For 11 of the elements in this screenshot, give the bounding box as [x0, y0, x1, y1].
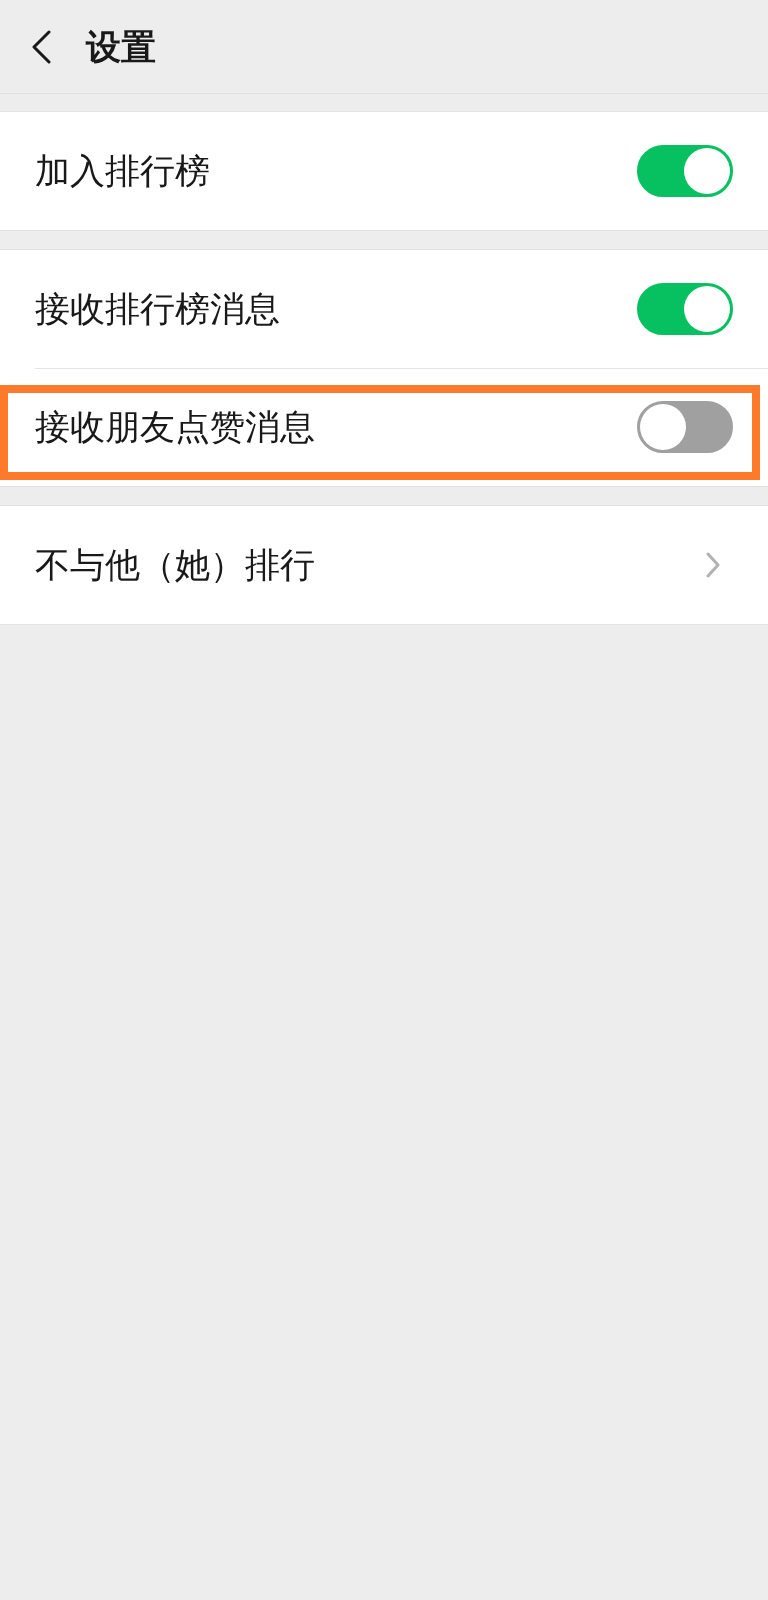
toggle-switch[interactable]: [637, 401, 733, 453]
toggle-switch[interactable]: [637, 283, 733, 335]
setting-label: 接收排行榜消息: [35, 288, 280, 330]
setting-label: 加入排行榜: [35, 150, 210, 192]
back-button[interactable]: [30, 28, 52, 65]
settings-list-item[interactable]: 不与他（她）排行: [0, 506, 768, 624]
setting-label: 接收朋友点赞消息: [35, 406, 315, 448]
chevron-right-icon: [706, 552, 720, 578]
page-title: 设置: [86, 25, 156, 68]
toggle-switch[interactable]: [637, 145, 733, 197]
setting-label: 不与他（她）排行: [35, 544, 315, 586]
